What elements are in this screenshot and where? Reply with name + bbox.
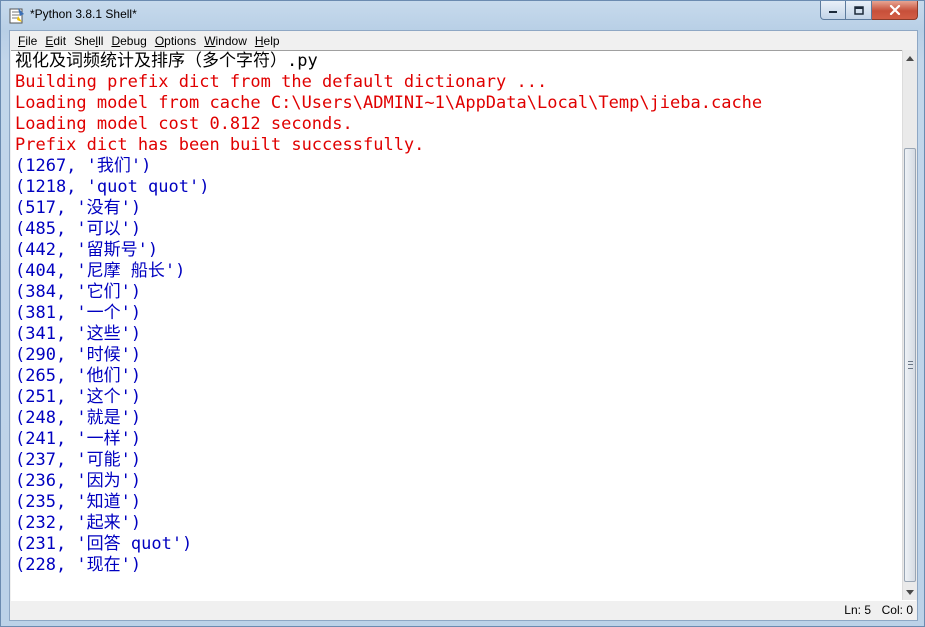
shell-line-stdout: (442, '留斯号') [15,240,159,260]
close-icon [889,5,900,15]
maximize-button[interactable] [846,1,872,20]
close-button[interactable] [872,1,918,20]
menu-window[interactable]: Window [200,31,251,50]
shell-line-stdout: (237, '可能') [15,450,142,470]
shell-line-stdout: (235, '知道') [15,492,142,512]
shell-text-area[interactable]: 视化及词频统计及排序（多个字符）.py Building prefix dict … [11,50,903,601]
shell-line-stdout: (1267, '我们') [15,156,152,176]
scroll-up-arrow-icon [906,55,914,61]
shell-line-stdout: (231, '回答 quot') [15,534,193,554]
menu-bar: File Edit Shelll Debug Options Window He… [10,31,917,50]
menu-edit[interactable]: Edit [41,31,70,50]
scroll-down-arrow-icon [906,589,914,595]
line-number-status: Ln: 5 [844,603,871,617]
minimize-button[interactable] [820,1,846,20]
scroll-grip-icon [908,361,913,369]
menu-options[interactable]: Options [151,31,200,50]
menu-debug[interactable]: Debug [107,31,150,50]
menu-shell[interactable]: Shelll [70,31,107,50]
shell-line-stdout: (341, '这些') [15,324,142,344]
shell-line-stdout: (248, '就是') [15,408,142,428]
column-number-status: Col: 0 [881,603,913,617]
shell-line-plain: 视化及词频统计及排序（多个字符）.py [15,51,318,71]
shell-line-stderr: Building prefix dict from the default di… [15,72,548,92]
shell-line-stderr: Prefix dict has been built successfully. [15,135,425,155]
shell-output: 视化及词频统计及排序（多个字符）.py Building prefix dict … [15,51,762,576]
shell-line-stderr: Loading model from cache C:\Users\ADMINI… [15,93,763,113]
status-bar: Ln: 5 Col: 0 [10,600,917,620]
vertical-scrollbar[interactable] [902,50,917,600]
shell-line-stdout: (381, '一个') [15,303,142,323]
shell-line-stdout: (241, '一样') [15,429,142,449]
shell-line-stdout: (290, '时候') [15,345,142,365]
idle-shell-window: *Python 3.8.1 Shell* File Edit Shelll De… [0,0,925,627]
menu-file[interactable]: File [14,31,41,50]
shell-line-stdout: (228, '现在') [15,555,142,575]
shell-line-stderr: Loading model cost 0.812 seconds. [15,114,353,134]
shell-line-stdout: (265, '他们') [15,366,142,386]
menu-help[interactable]: Help [251,31,284,50]
shell-line-stdout: (251, '这个') [15,387,142,407]
shell-line-stdout: (404, '尼摩 船长') [15,261,186,281]
maximize-icon [853,5,864,15]
title-bar[interactable]: *Python 3.8.1 Shell* [1,1,924,31]
scroll-up-button[interactable] [903,50,917,66]
minimize-icon [829,11,837,13]
shell-line-stdout: (384, '它们') [15,282,142,302]
scrollbar-thumb[interactable] [904,148,916,582]
shell-line-stdout: (1218, 'quot quot') [15,177,210,197]
shell-line-stdout: (485, '可以') [15,219,142,239]
shell-line-stdout: (236, '因为') [15,471,142,491]
shell-line-stdout: (517, '没有') [15,198,142,218]
scroll-down-button[interactable] [903,584,917,600]
window-title: *Python 3.8.1 Shell* [30,7,137,21]
python-idle-icon [9,8,24,24]
shell-line-stdout: (232, '起来') [15,513,142,533]
shell-client-area: File Edit Shelll Debug Options Window He… [9,30,918,621]
